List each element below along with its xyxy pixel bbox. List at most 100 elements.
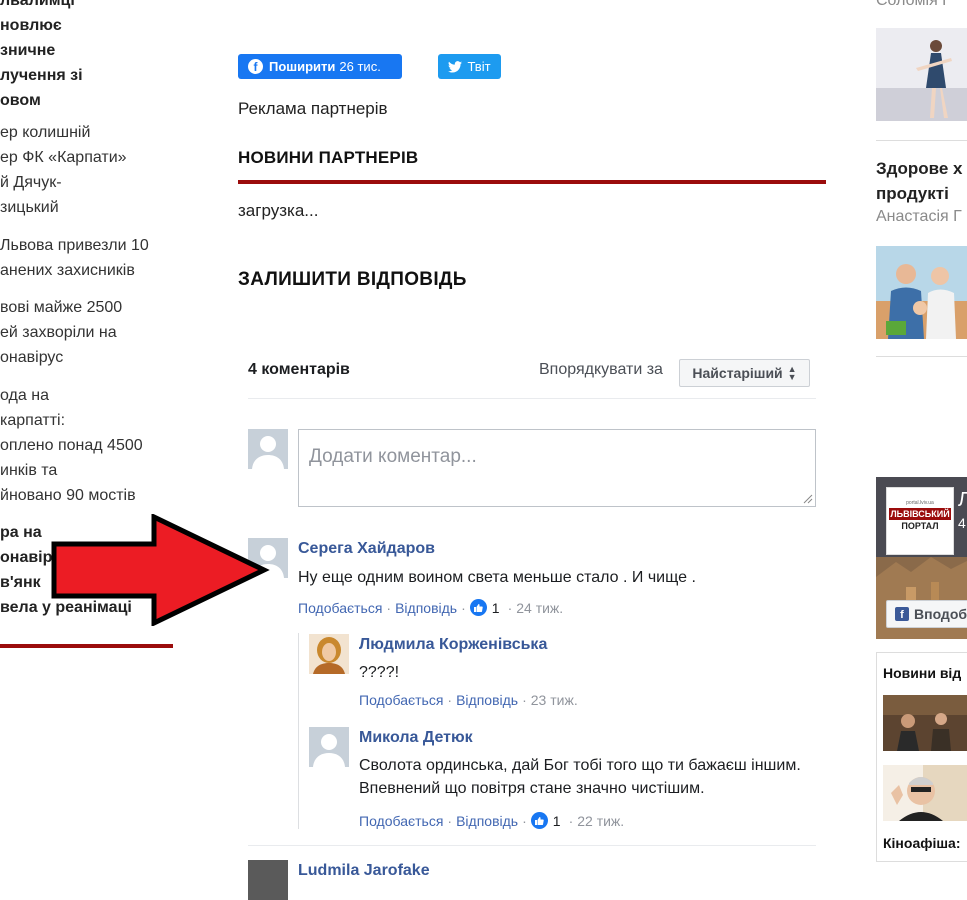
sidebar-article-title[interactable]: Здорове х продукті <box>876 156 962 206</box>
comment-actions: Подобається · Відповідь · 1 · 22 тиж. <box>359 812 625 829</box>
comment-author-avatar[interactable] <box>309 727 349 767</box>
thumbs-up-icon <box>469 599 487 616</box>
left-news-item-line: ер колишній <box>0 124 91 141</box>
left-news-item-line: оплено понад 4500 <box>0 437 143 454</box>
logo-bottom-text: ПОРТАЛ <box>901 521 939 531</box>
left-news-item-line: йновано 90 мостів <box>0 487 136 504</box>
logo-mid-text: ЛЬВІВСЬКИЙ <box>889 508 951 520</box>
left-news-item-line: лучення зі <box>0 67 83 84</box>
left-news-item-line: ей захворіли на <box>0 324 117 341</box>
like-link[interactable]: Подобається <box>359 692 443 708</box>
comment-author-name[interactable]: Ludmila Jarofake <box>298 862 430 880</box>
movie-still-icon <box>883 695 967 751</box>
facebook-icon: f <box>248 59 263 74</box>
reply-link[interactable]: Відповідь <box>456 813 518 829</box>
partners-loading-text: загрузка... <box>238 201 319 220</box>
left-news-item-line: анених захисників <box>0 262 135 279</box>
default-avatar-icon <box>313 734 345 767</box>
left-news-item-line: Львова привезли 10 <box>0 237 149 254</box>
add-comment-input[interactable]: Додати коментар... <box>298 429 816 507</box>
comment-author-name[interactable]: Людмила Корженівська <box>359 636 547 654</box>
right-sidebar: Соломія Г Здорове х продукті Анастасія Г <box>870 0 967 871</box>
reply-link[interactable]: Відповідь <box>395 600 457 616</box>
news-widget-title: Новини від <box>883 665 962 681</box>
ballet-photo-icon <box>876 28 967 121</box>
comment-author-avatar[interactable] <box>248 860 288 900</box>
left-news-item-3[interactable]: Львова привезли 10 анених захисників <box>0 233 149 283</box>
left-news-item-line: карпатті: <box>0 412 66 429</box>
comment-actions: Подобається · Відповідь · 1 · 24 тиж. <box>298 599 564 616</box>
comment-author-avatar[interactable] <box>309 634 349 674</box>
lviv-portal-logo[interactable]: portal.lviv.ua ЛЬВІВСЬКИЙ ПОРТАЛ <box>886 487 954 555</box>
left-news-item-line: новлює <box>0 17 62 34</box>
red-arrow-annotation <box>51 514 270 626</box>
facebook-like-page-label: Вподоб <box>914 606 967 622</box>
sort-label: Впорядкувати за <box>539 361 663 378</box>
left-news-item-line: лвалимці <box>0 0 75 9</box>
news-widget: Новини від Кіноафіша: <box>876 652 967 862</box>
left-news-item-line: ода на <box>0 387 49 404</box>
family-photo-icon <box>876 246 967 339</box>
sort-order-select[interactable]: Найстаріший ▲ ▼ <box>679 359 810 387</box>
comment-timestamp[interactable]: 24 тиж. <box>516 600 563 616</box>
left-news-item-1[interactable]: лвалимці новлює зничне лучення зі овом <box>0 0 83 113</box>
thumbs-up-icon <box>530 812 548 829</box>
comments-header-divider <box>248 398 816 399</box>
comment-author-name[interactable]: Серега Хайдаров <box>298 540 435 558</box>
left-news-item-line: онавірус <box>0 349 64 366</box>
facebook-share-count: 26 тис. <box>339 59 381 74</box>
reply-link[interactable]: Відповідь <box>456 692 518 708</box>
partners-news-divider <box>238 180 826 184</box>
facebook-page-name[interactable]: Л <box>958 489 967 512</box>
sidebar-divider <box>876 356 967 357</box>
logo-top-text: portal.lviv.ua <box>906 500 934 506</box>
article-author: Анастасія Г <box>876 208 962 225</box>
ballet-article-image[interactable] <box>876 28 967 121</box>
sidebar-article-title-line: продукті <box>876 184 949 203</box>
left-news-item-line: й Дячук- <box>0 174 62 191</box>
facebook-share-label: Поширити <box>269 59 336 74</box>
facebook-like-page-button[interactable]: f Вподоб <box>886 600 967 628</box>
comment-timestamp[interactable]: 23 тиж. <box>531 692 578 708</box>
comment-divider <box>248 845 816 846</box>
facebook-page-widget[interactable]: portal.lviv.ua ЛЬВІВСЬКИЙ ПОРТАЛ Л 4 f В… <box>876 477 967 639</box>
left-news-item-4[interactable]: вові майже 2500 ей захворіли на онавірус <box>0 295 122 370</box>
director-photo-icon <box>883 765 967 821</box>
news-widget-image-2[interactable] <box>883 765 967 821</box>
tweet-label: Твіт <box>467 59 491 74</box>
default-avatar-icon <box>252 436 284 469</box>
resize-grip-icon[interactable] <box>803 494 813 504</box>
left-news-item-line: овом <box>0 92 41 109</box>
facebook-icon: f <box>895 607 909 621</box>
like-link[interactable]: Подобається <box>359 813 443 829</box>
family-article-image[interactable] <box>876 246 967 339</box>
left-news-item-line: ер ФК «Карпати» <box>0 149 127 166</box>
comments-count: 4 коментарів <box>248 361 350 378</box>
left-news-item-2[interactable]: ер колишній ер ФК «Карпати» й Дячук- зиц… <box>0 120 127 220</box>
like-count: 1 <box>491 599 500 616</box>
comment-actions: Подобається · Відповідь · 23 тиж. <box>359 692 578 708</box>
comment-author-name[interactable]: Микола Детюк <box>359 729 473 747</box>
facebook-page-followers: 4 <box>958 515 966 531</box>
comment-text: Сволота ординська, дай Бог тобі того що … <box>359 757 801 797</box>
article-author: Соломія Г <box>876 0 951 9</box>
user-photo-icon <box>309 634 349 674</box>
left-news-item-line: зничне <box>0 42 56 59</box>
news-widget-image-1[interactable] <box>883 695 967 751</box>
sidebar-divider <box>876 140 967 141</box>
like-link[interactable]: Подобається <box>298 600 382 616</box>
sort-order-value: Найстаріший <box>692 365 783 381</box>
leave-reply-heading: ЗАЛИШИТИ ВІДПОВІДЬ <box>238 269 467 290</box>
left-news-item-line: инків та <box>0 462 58 479</box>
twitter-bird-icon <box>448 60 463 73</box>
left-column-divider <box>0 644 173 648</box>
sidebar-article-title-line: Здорове х <box>876 159 963 178</box>
tweet-button[interactable]: Твіт <box>438 54 501 79</box>
comment-text: Ну еще одним воином света меньше стало .… <box>298 569 696 586</box>
comment-timestamp[interactable]: 22 тиж. <box>577 813 624 829</box>
left-news-item-line: вові майже 2500 <box>0 299 123 316</box>
like-count: 1 <box>552 812 561 829</box>
news-widget-caption[interactable]: Кіноафіша: <box>883 835 961 851</box>
facebook-share-button[interactable]: f Поширити 26 тис. <box>238 54 402 79</box>
left-news-item-5[interactable]: ода на карпатті: оплено понад 4500 инків… <box>0 383 143 508</box>
